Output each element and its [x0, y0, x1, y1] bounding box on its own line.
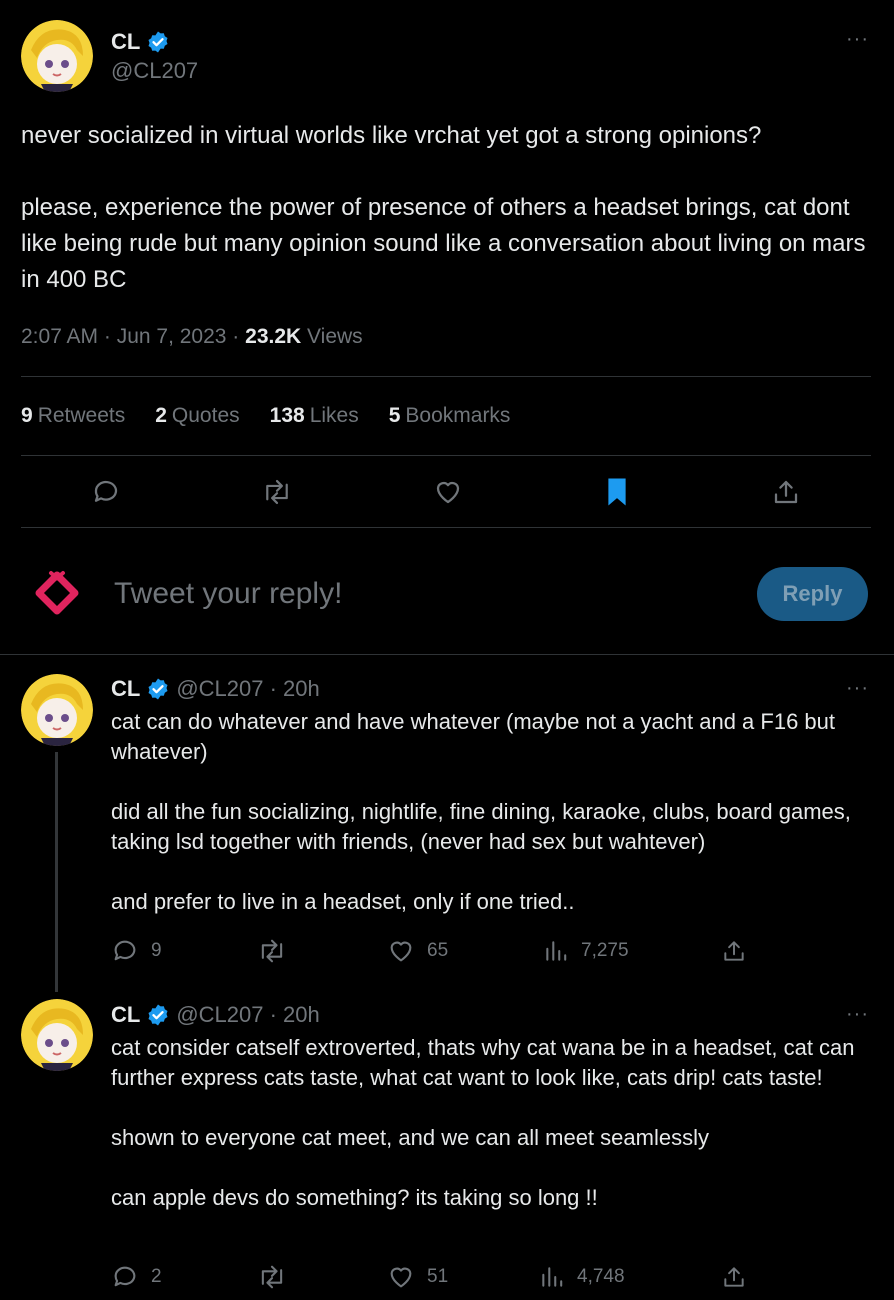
likes-count: 138	[269, 404, 305, 427]
share-icon	[721, 937, 747, 965]
quotes-count: 2	[155, 404, 167, 427]
retweets-count: 9	[21, 404, 33, 427]
reply-reply-action[interactable]: 9	[111, 937, 162, 965]
share-icon	[721, 1263, 747, 1291]
reply-share-action[interactable]	[721, 1263, 747, 1291]
more-options-icon[interactable]: ···	[846, 677, 869, 700]
retweet-icon[interactable]	[260, 477, 294, 507]
like-icon	[387, 937, 415, 965]
reply-retweet-action[interactable]	[256, 1263, 300, 1291]
views-count: 4,748	[577, 1266, 625, 1287]
reply-count: 2	[151, 1266, 162, 1287]
quotes-label: Quotes	[171, 404, 240, 427]
tweet-text: never socialized in virtual worlds like …	[21, 122, 866, 293]
share-icon[interactable]	[771, 477, 801, 507]
views-chart-icon	[539, 1264, 565, 1290]
reply-avatar[interactable]	[21, 674, 93, 746]
reply-icon[interactable]	[91, 477, 121, 507]
bookmarks-label: Bookmarks	[405, 404, 511, 427]
tweet-timestamp[interactable]: 2:07 AM · Jun 7, 2023 ·	[21, 325, 245, 348]
composer-avatar-logo-icon	[33, 569, 81, 617]
reply-author-name[interactable]: CL	[111, 676, 140, 702]
views-count: 23.2K	[245, 325, 302, 348]
reply-header: CL @CL207 · 20h	[111, 1002, 320, 1028]
author-name[interactable]: CL	[111, 29, 140, 55]
thread-line	[55, 752, 58, 992]
reply-action-bar: 9 65 7,275	[111, 935, 751, 967]
reply-count: 9	[151, 940, 162, 961]
like-count: 65	[427, 940, 449, 961]
more-options-icon[interactable]: ···	[846, 28, 869, 51]
reply-views-action[interactable]: 7,275	[543, 938, 629, 964]
reply-handle-time[interactable]: @CL207 · 20h	[176, 676, 319, 702]
verified-badge-icon	[146, 30, 170, 54]
retweets-label: Retweets	[37, 404, 126, 427]
divider	[21, 455, 871, 456]
like-icon	[387, 1263, 415, 1291]
views-count: 7,275	[581, 940, 629, 961]
like-icon[interactable]	[433, 477, 463, 507]
divider	[21, 376, 871, 377]
reply-share-action[interactable]	[721, 937, 747, 965]
tweet-action-bar	[21, 472, 871, 512]
reply-handle-time[interactable]: @CL207 · 20h	[176, 1002, 319, 1028]
reply-like-action[interactable]: 65	[387, 937, 448, 965]
author-avatar[interactable]	[21, 20, 93, 92]
reply-action-bar: 2 51 4,748	[111, 1261, 751, 1293]
views-chart-icon	[543, 938, 569, 964]
like-count: 51	[427, 1266, 449, 1287]
reply-views-action[interactable]: 4,748	[539, 1264, 625, 1290]
reply-retweet-action[interactable]	[256, 937, 300, 965]
views-label: Views	[301, 325, 363, 348]
bookmark-icon[interactable]	[602, 476, 632, 508]
reply-button[interactable]: Reply	[757, 567, 868, 621]
verified-badge-icon	[146, 1003, 170, 1027]
reply-text: cat can do whatever and have whatever (m…	[111, 709, 851, 914]
reply-header: CL @CL207 · 20h	[111, 676, 320, 702]
reply-text: cat consider catself extroverted, thats …	[111, 1035, 855, 1210]
retweets-stat[interactable]: 9 Retweets	[21, 404, 125, 428]
author-handle[interactable]: @CL207	[111, 58, 198, 84]
reply-input[interactable]: Tweet your reply!	[114, 577, 714, 611]
divider	[21, 527, 871, 528]
divider	[0, 654, 894, 655]
reply-icon	[111, 1263, 139, 1291]
quotes-stat[interactable]: 2 Quotes	[155, 404, 239, 428]
reply-reply-action[interactable]: 2	[111, 1263, 162, 1291]
reply-like-action[interactable]: 51	[387, 1263, 448, 1291]
likes-label: Likes	[309, 404, 359, 427]
bookmarks-count: 5	[388, 404, 401, 427]
tweet-meta: 2:07 AM · Jun 7, 2023 · 23.2K Views	[21, 325, 363, 349]
likes-stat[interactable]: 138 Likes	[270, 404, 359, 428]
verified-badge-icon	[146, 677, 170, 701]
reply-author-name[interactable]: CL	[111, 1002, 140, 1028]
more-options-icon[interactable]: ···	[846, 1003, 869, 1026]
retweet-icon	[256, 1263, 288, 1291]
retweet-icon	[256, 937, 288, 965]
reply-avatar[interactable]	[21, 999, 93, 1071]
author-name-row[interactable]: CL	[111, 29, 170, 55]
engagement-stats: 9 Retweets 2 Quotes 138 Likes 5 Bookmarks	[21, 404, 510, 428]
reply-icon	[111, 937, 139, 965]
bookmarks-stat[interactable]: 5 Bookmarks	[389, 404, 511, 428]
